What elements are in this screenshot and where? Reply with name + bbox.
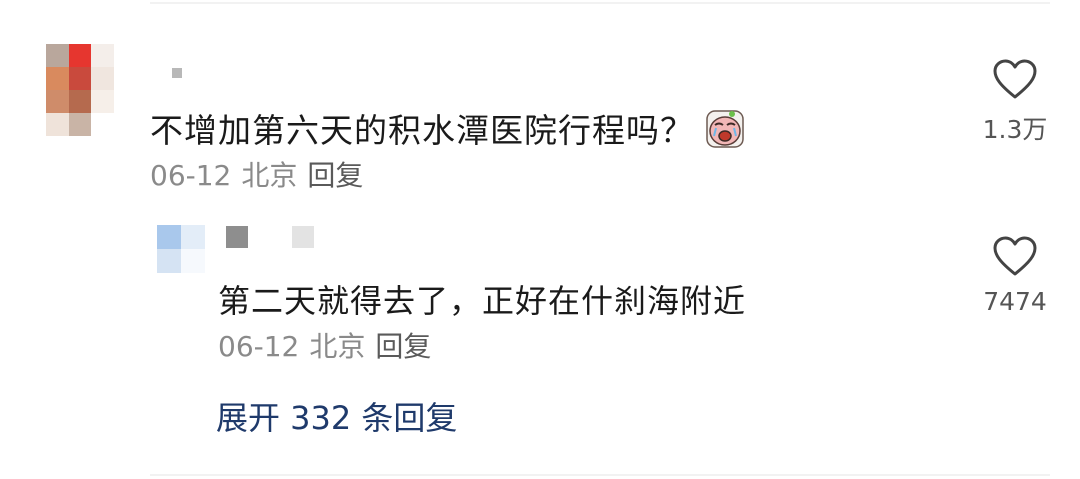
comment-meta: 06-12 北京 回复 xyxy=(150,154,363,194)
comment-text: 不增加第六天的积水潭医院行程吗？ xyxy=(150,104,744,152)
username[interactable] xyxy=(172,68,182,78)
reply-like-count: 7474 xyxy=(983,287,1047,316)
heart-icon xyxy=(993,236,1037,276)
expand-replies-link[interactable]: 展开 332 条回复 xyxy=(216,393,457,439)
heart-icon xyxy=(993,59,1037,99)
reply-location: 北京 xyxy=(309,330,366,363)
like-count: 1.3万 xyxy=(982,115,1048,144)
reply-avatar[interactable] xyxy=(157,225,205,273)
reply-date: 06-12 xyxy=(218,330,300,363)
divider xyxy=(150,2,1050,4)
reply-username[interactable] xyxy=(226,226,314,248)
comment-thread: 不增加第六天的积水潭医院行程吗？ 06-12 北京 回复 1.3万 第二天就得去了，… xyxy=(0,0,1080,479)
reply-text: 第二天就得去了，正好在什刹海附近 xyxy=(218,282,747,320)
reply-reply-button[interactable]: 回复 xyxy=(375,330,431,363)
reply-like-button[interactable]: 7474 xyxy=(980,235,1050,316)
crying-face-emoji xyxy=(706,110,744,148)
avatar[interactable] xyxy=(46,44,114,136)
divider xyxy=(150,474,1050,476)
comment-location: 北京 xyxy=(241,159,298,192)
like-button[interactable]: 1.3万 xyxy=(980,58,1050,146)
reply-button[interactable]: 回复 xyxy=(307,159,363,192)
comment-date: 06-12 xyxy=(150,159,232,192)
reply-meta: 06-12 北京 回复 xyxy=(218,325,431,365)
